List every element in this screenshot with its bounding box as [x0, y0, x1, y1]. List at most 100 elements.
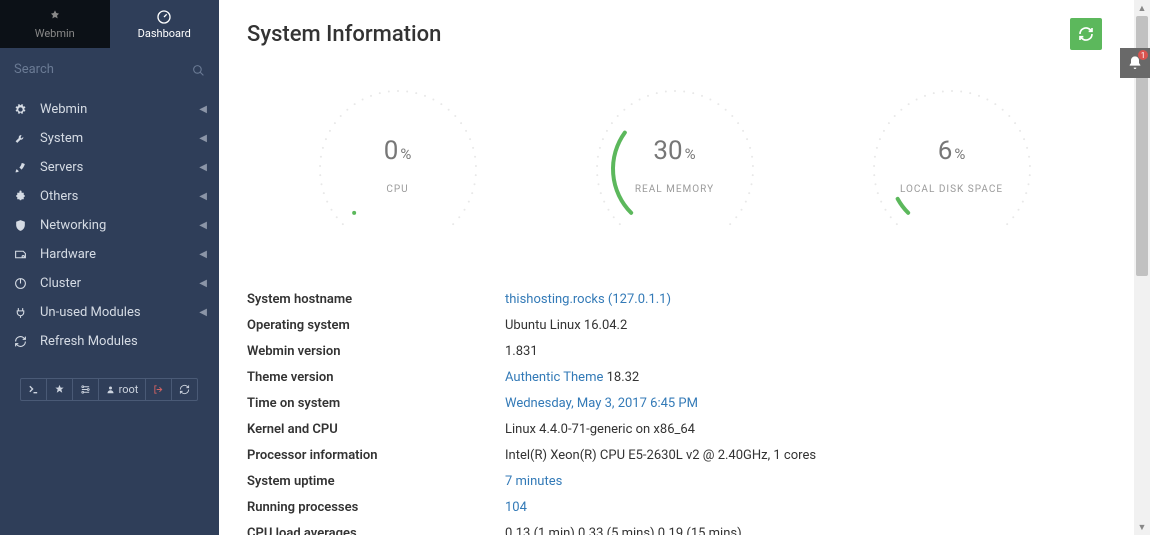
sidebar-tabs: Webmin Dashboard	[0, 0, 219, 48]
gauge-value: 0%	[308, 136, 488, 166]
sidebar: Webmin Dashboard Webmin◀System◀Servers◀O…	[0, 0, 219, 535]
wrench-icon	[14, 132, 30, 145]
reload-button[interactable]	[171, 378, 198, 401]
info-link[interactable]: Wednesday, May 3, 2017 6:45 PM	[505, 396, 698, 411]
nav-item-webmin[interactable]: Webmin◀	[0, 95, 219, 124]
search-container	[0, 48, 219, 91]
info-key: Time on system	[247, 396, 505, 411]
nav-item-label: Cluster	[40, 276, 81, 291]
favorite-button[interactable]	[46, 378, 73, 401]
info-row: Processor informationIntel(R) Xeon(R) CP…	[247, 442, 1102, 468]
nav-item-label: Hardware	[40, 247, 96, 262]
info-key: Operating system	[247, 318, 505, 333]
gauge-row: 0%CPU 30% REAL MEMORY 6% LOCAL DISK SPACE	[219, 64, 1130, 286]
nav-item-networking[interactable]: Networking ◀	[0, 211, 219, 240]
info-key: Webmin version	[247, 344, 505, 359]
bottom-toolbar: root	[14, 378, 205, 401]
notification-badge: 1	[1138, 50, 1148, 60]
gauge-local-disk-space: 6% LOCAL DISK SPACE	[862, 84, 1042, 258]
info-row: Running processes104	[247, 494, 1102, 520]
info-link[interactable]: 7 minutes	[505, 474, 562, 489]
info-key: Processor information	[247, 448, 505, 463]
page-title: System Information	[247, 22, 441, 47]
info-value: Ubuntu Linux 16.04.2	[505, 318, 1102, 333]
terminal-button[interactable]	[20, 378, 47, 401]
chevron-left-icon: ◀	[199, 249, 207, 260]
search-icon[interactable]	[192, 62, 205, 81]
chevron-left-icon: ◀	[199, 220, 207, 231]
gauge-label: REAL MEMORY	[585, 184, 765, 195]
gauge-label: LOCAL DISK SPACE	[862, 184, 1042, 195]
tab-dashboard[interactable]: Dashboard	[110, 0, 220, 48]
nav-item-system[interactable]: System ◀	[0, 124, 219, 153]
info-key: Running processes	[247, 500, 505, 515]
info-value: thishosting.rocks (127.0.1.1)	[505, 292, 1102, 307]
gauge-value: 6%	[862, 136, 1042, 166]
scroll-up-icon[interactable]: ▲	[1134, 0, 1150, 16]
info-row: Theme versionAuthentic Theme 18.32	[247, 364, 1102, 390]
info-row: CPU load averages0.13 (1 min) 0.33 (5 mi…	[247, 520, 1102, 535]
info-key: Kernel and CPU	[247, 422, 505, 437]
disk-icon	[14, 248, 30, 261]
info-value: 0.13 (1 min) 0.33 (5 mins) 0.19 (15 mins…	[505, 526, 1102, 535]
shield-icon	[14, 219, 30, 232]
info-key: Theme version	[247, 370, 505, 385]
nav-item-others[interactable]: Others ◀	[0, 182, 219, 211]
puzzle-icon	[14, 190, 30, 203]
info-value: 104	[505, 500, 1102, 515]
nav-item-cluster[interactable]: Cluster ◀	[0, 269, 219, 298]
user-button[interactable]: root	[98, 378, 147, 401]
nav-item-hardware[interactable]: Hardware ◀	[0, 240, 219, 269]
nav-item-servers[interactable]: Servers ◀	[0, 153, 219, 182]
chevron-left-icon: ◀	[199, 307, 207, 318]
nav-item-un-used-modules[interactable]: Un-used Modules ◀	[0, 298, 219, 327]
chevron-left-icon: ◀	[199, 162, 207, 173]
nav-item-label: Un-used Modules	[40, 305, 141, 320]
info-table: System hostnamethishosting.rocks (127.0.…	[219, 286, 1130, 535]
search-input[interactable]	[10, 56, 209, 83]
refresh-icon	[1078, 26, 1094, 42]
tab-webmin[interactable]: Webmin	[0, 0, 110, 48]
scrollbar[interactable]: ▲ ▼	[1134, 0, 1150, 535]
notification-button[interactable]: 1	[1120, 48, 1150, 78]
webmin-icon	[47, 9, 63, 25]
nav-item-label: Refresh Modules	[40, 334, 138, 349]
chevron-left-icon: ◀	[199, 191, 207, 202]
nav-item-label: Others	[40, 189, 78, 204]
info-row: Webmin version1.831	[247, 338, 1102, 364]
nav-item-label: Servers	[40, 160, 83, 175]
gauge-real-memory: 30% REAL MEMORY	[585, 84, 765, 258]
gauge-value: 30%	[585, 136, 765, 166]
info-row: Operating systemUbuntu Linux 16.04.2	[247, 312, 1102, 338]
info-key: CPU load averages	[247, 526, 505, 535]
info-row: Kernel and CPULinux 4.4.0-71-generic on …	[247, 416, 1102, 442]
nav-menu: Webmin◀ System ◀ Servers ◀ Others ◀ Networking ◀…	[0, 91, 219, 356]
chevron-left-icon: ◀	[199, 104, 207, 115]
dashboard-icon	[156, 9, 172, 25]
chevron-left-icon: ◀	[199, 278, 207, 289]
main-content: System Information 0%CPU 30% REAL MEMORY 6%…	[219, 0, 1130, 535]
nav-item-label: Networking	[40, 218, 106, 233]
info-link[interactable]: 104	[505, 500, 527, 515]
tab-webmin-label: Webmin	[35, 27, 75, 40]
power-icon	[14, 277, 30, 290]
scroll-down-icon[interactable]: ▼	[1134, 519, 1150, 535]
info-value: 7 minutes	[505, 474, 1102, 489]
refresh-button[interactable]	[1070, 18, 1102, 50]
nav-item-refresh-modules[interactable]: Refresh Modules	[0, 327, 219, 356]
info-value: Intel(R) Xeon(R) CPU E5-2630L v2 @ 2.40G…	[505, 448, 1102, 463]
gear-icon	[14, 103, 30, 116]
user-label: root	[119, 383, 139, 396]
chevron-left-icon: ◀	[199, 133, 207, 144]
settings-button[interactable]	[72, 378, 99, 401]
gauge-cpu: 0%CPU	[308, 84, 488, 258]
nav-item-label: System	[40, 131, 83, 146]
info-link[interactable]: thishosting.rocks (127.0.1.1)	[505, 292, 671, 307]
logout-button[interactable]	[145, 378, 172, 401]
refresh-icon	[14, 335, 30, 348]
info-row: System uptime7 minutes	[247, 468, 1102, 494]
info-key: System hostname	[247, 292, 505, 307]
unplug-icon	[14, 306, 30, 319]
info-value: Authentic Theme 18.32	[505, 370, 1102, 385]
tab-dashboard-label: Dashboard	[138, 27, 191, 40]
